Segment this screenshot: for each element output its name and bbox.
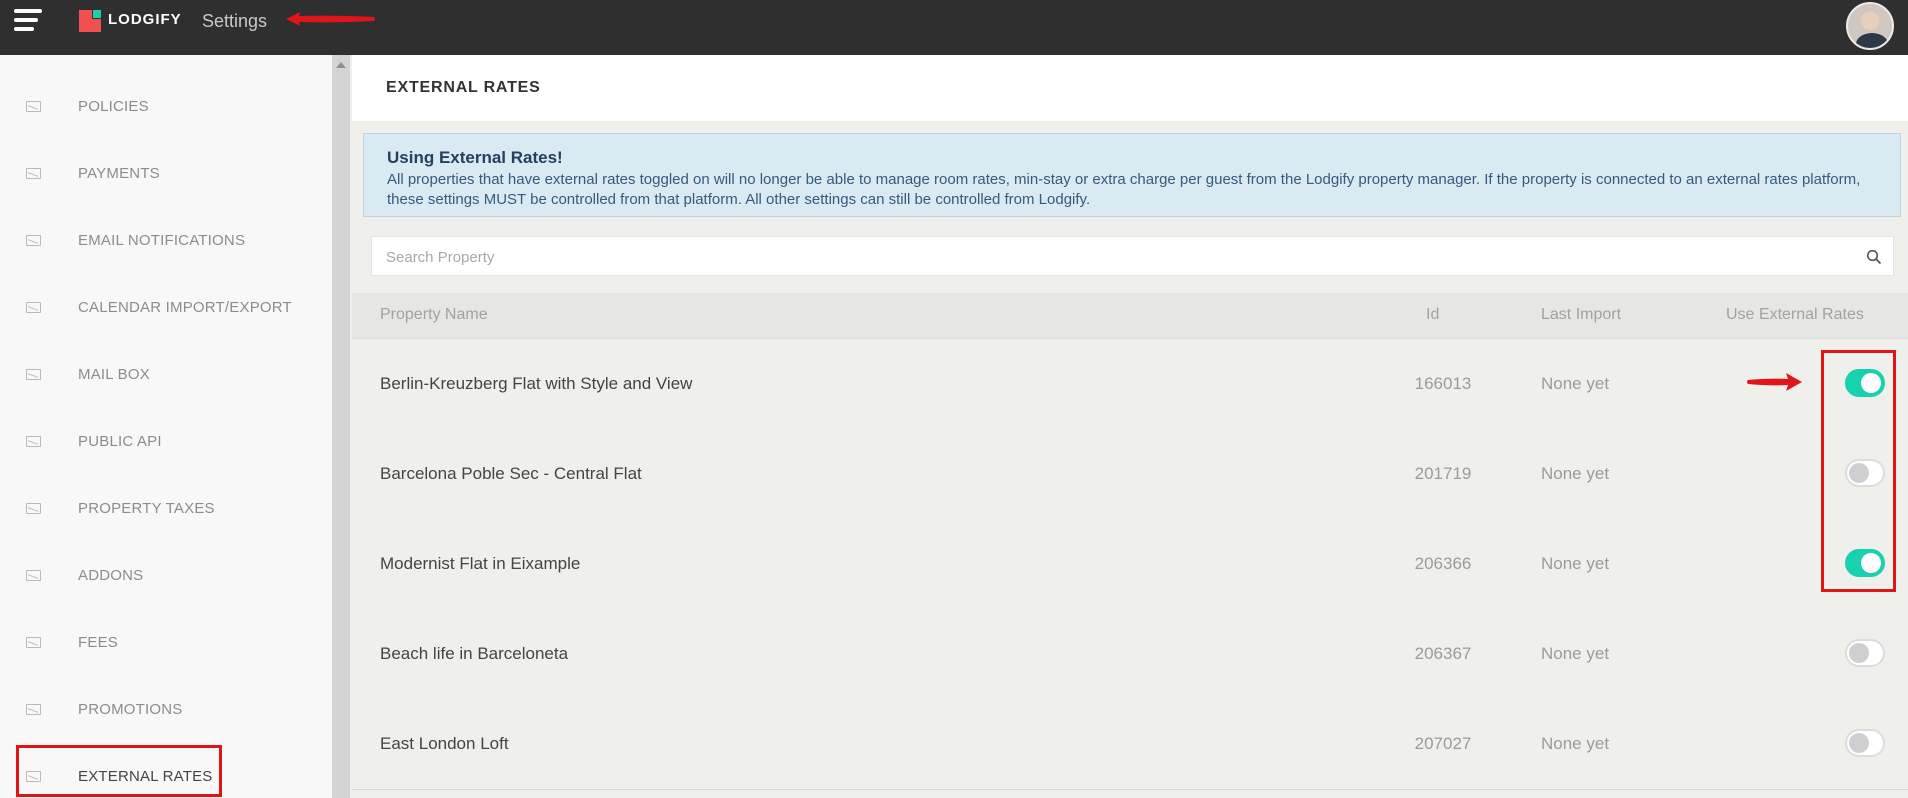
info-notice: Using External Rates! All properties tha… — [363, 133, 1901, 217]
page-section-title: Settings — [202, 11, 268, 31]
toggle-knob — [1849, 463, 1869, 483]
sidebar-item-property-taxes[interactable]: PROPERTY TAXES — [0, 489, 332, 529]
envelope-icon — [26, 503, 41, 514]
brand-name[interactable]: LODGIFY — [108, 11, 182, 28]
property-name[interactable]: Beach life in Barceloneta — [380, 644, 568, 664]
info-title: Using External Rates! — [387, 148, 563, 167]
header-id[interactable]: Id — [1426, 306, 1439, 324]
envelope-icon — [26, 771, 41, 782]
sidebar-item-label: EXTERNAL RATES — [78, 768, 213, 785]
scroll-up-icon[interactable] — [336, 62, 346, 68]
search-input[interactable] — [384, 245, 1848, 269]
toggle-knob — [1861, 553, 1881, 573]
table-row: Barcelona Poble Sec - Central Flat 201719… — [352, 429, 1908, 520]
external-rates-toggle[interactable] — [1845, 639, 1885, 667]
envelope-icon — [26, 436, 41, 447]
toggle-knob — [1861, 373, 1881, 393]
sidebar-item-payments[interactable]: PAYMENTS — [0, 154, 332, 194]
annotation-arrow-toggle — [1747, 373, 1802, 391]
hamburger-menu-icon[interactable] — [14, 9, 42, 35]
page-title: EXTERNAL RATES — [386, 79, 541, 96]
sidebar-item-label: PAYMENTS — [78, 165, 160, 182]
sidebar-item-calendar-import-export[interactable]: CALENDAR IMPORT/EXPORT — [0, 288, 332, 328]
last-import: None yet — [1541, 734, 1610, 753]
external-rates-toggle[interactable] — [1845, 729, 1885, 757]
property-name[interactable]: Barcelona Poble Sec - Central Flat — [380, 464, 642, 484]
sidebar-item-label: PROMOTIONS — [78, 701, 183, 718]
property-id: 206367 — [1414, 644, 1472, 663]
last-import: None yet — [1541, 554, 1610, 573]
property-name[interactable]: Modernist Flat in Eixample — [380, 554, 580, 574]
sidebar-item-addons[interactable]: ADDONS — [0, 556, 332, 596]
policies-icon — [26, 101, 41, 112]
table-row: Modernist Flat in Eixample 206366 None yet — [352, 519, 1908, 610]
sidebar-item-label: EMAIL NOTIFICATIONS — [78, 232, 246, 249]
external-rates-toggle[interactable] — [1845, 369, 1885, 397]
sidebar-item-label: ADDONS — [78, 567, 144, 584]
table-header: Property Name Id Last Import Use Externa… — [352, 293, 1908, 339]
property-id: 206366 — [1414, 554, 1472, 573]
lodgify-logo-icon[interactable] — [79, 10, 101, 32]
sidebar-item-email-notifications[interactable]: EMAIL NOTIFICATIONS — [0, 221, 332, 261]
table-row: East London Loft 207027 None yet — [352, 699, 1908, 790]
sidebar-item-policies[interactable]: POLICIES — [0, 87, 332, 127]
envelope-icon — [26, 369, 41, 380]
sidebar-scrollbar[interactable] — [332, 55, 350, 798]
header-property-name[interactable]: Property Name — [380, 306, 488, 324]
sidebar-item-label: MAIL BOX — [78, 366, 150, 383]
payments-icon — [26, 168, 41, 179]
sidebar-item-promotions[interactable]: PROMOTIONS — [0, 690, 332, 730]
sidebar-item-label: PUBLIC API — [78, 433, 162, 450]
header-use-external-rates[interactable]: Use External Rates — [1726, 306, 1864, 324]
sidebar-item-label: POLICIES — [78, 98, 149, 115]
calendar-icon — [26, 302, 41, 313]
sidebar-item-external-rates[interactable]: EXTERNAL RATES — [0, 757, 332, 797]
sidebar-item-public-api[interactable]: PUBLIC API — [0, 422, 332, 462]
search-bar — [371, 236, 1894, 276]
property-name[interactable]: East London Loft — [380, 734, 509, 754]
property-id: 166013 — [1414, 374, 1472, 393]
property-id: 201719 — [1414, 464, 1472, 483]
sidebar-item-label: FEES — [78, 634, 118, 651]
main-header: EXTERNAL RATES — [352, 55, 1908, 121]
sidebar-item-fees[interactable]: FEES — [0, 623, 332, 663]
envelope-icon — [26, 704, 41, 715]
table-row: Beach life in Barceloneta 206367 None yet — [352, 609, 1908, 700]
search-icon[interactable] — [1866, 249, 1882, 265]
envelope-icon — [26, 637, 41, 648]
header-last-import[interactable]: Last Import — [1541, 306, 1621, 324]
envelope-icon — [26, 570, 41, 581]
sidebar-item-mail-box[interactable]: MAIL BOX — [0, 355, 332, 395]
settings-sidebar: POLICIES PAYMENTS EMAIL NOTIFICATIONS CALEN… — [0, 55, 332, 798]
sidebar-item-label: CALENDAR IMPORT/EXPORT — [78, 299, 292, 316]
user-avatar[interactable] — [1846, 2, 1894, 50]
sidebar-item-label: PROPERTY TAXES — [78, 500, 215, 517]
toggle-knob — [1849, 733, 1869, 753]
external-rates-toggle[interactable] — [1845, 549, 1885, 577]
last-import: None yet — [1541, 374, 1610, 393]
envelope-icon — [26, 235, 41, 246]
property-name[interactable]: Berlin-Kreuzberg Flat with Style and Vie… — [380, 374, 692, 394]
table-row: Berlin-Kreuzberg Flat with Style and Vie… — [352, 339, 1908, 430]
toggle-knob — [1849, 643, 1869, 663]
annotation-arrow-settings — [286, 12, 375, 26]
last-import: None yet — [1541, 644, 1610, 663]
info-text: All properties that have external rates … — [387, 171, 1861, 208]
top-bar: LODGIFY Settings — [0, 0, 1908, 55]
property-id: 207027 — [1414, 734, 1472, 753]
last-import: None yet — [1541, 464, 1610, 483]
external-rates-toggle[interactable] — [1845, 459, 1885, 487]
